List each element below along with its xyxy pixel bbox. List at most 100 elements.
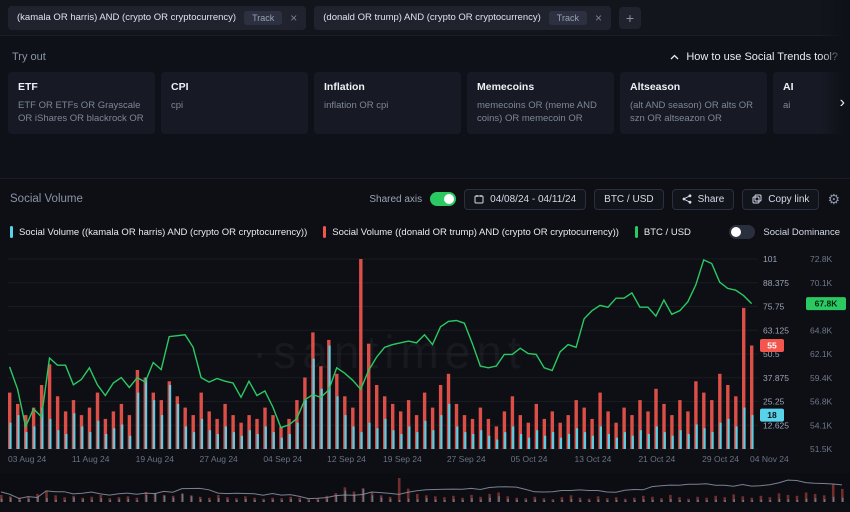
svg-text:101: 101: [763, 254, 777, 264]
toggle-knob: [444, 194, 454, 204]
social-trends-app: (kamala OR harris) AND (crypto OR crypto…: [0, 0, 850, 512]
shared-axis-toggle[interactable]: [430, 192, 456, 206]
btc-current-value-badge: 67.8K: [806, 297, 846, 310]
query-chip-kamala[interactable]: (kamala OR harris) AND (crypto OR crypto…: [8, 6, 306, 30]
series-marker-green: [635, 226, 638, 238]
card-title: AI: [783, 81, 850, 93]
svg-text:12.625: 12.625: [763, 420, 789, 430]
header-controls: Shared axis 04/08/24 - 04/11/24 BTC / US…: [369, 189, 840, 210]
svg-text:25.25: 25.25: [763, 397, 785, 407]
x-axis-label: 12 Sep 24: [327, 454, 366, 464]
toggle-knob: [731, 227, 741, 237]
calendar-icon: [474, 194, 484, 204]
x-axis-label: 04 Sep 24: [263, 454, 302, 464]
tryout-label: Try out: [12, 51, 46, 63]
close-icon[interactable]: ×: [290, 12, 297, 24]
svg-text:67.8K: 67.8K: [815, 299, 839, 309]
share-icon: [682, 194, 692, 204]
help-link[interactable]: How to use Social Trends tool?: [670, 51, 838, 63]
suggestion-card-ai[interactable]: AI ai: [773, 72, 850, 134]
chevron-right-icon[interactable]: ›: [840, 94, 845, 112]
legend-label: Social Volume ((donald OR trump) AND (cr…: [332, 227, 619, 238]
social-volume-panel: Social Volume Shared axis 04/08/24 - 04/…: [0, 178, 850, 512]
x-axis: 03 Aug 24 11 Aug 24 19 Aug 24 27 Aug 24 04 S…: [0, 453, 850, 467]
card-query: memecoins OR (meme AND coins) OR memecoi…: [477, 99, 604, 126]
social-dominance-toggle[interactable]: [729, 225, 755, 239]
asset-pair-label: BTC / USD: [604, 194, 653, 205]
legend-item-kamala[interactable]: Social Volume ((kamala OR harris) AND (c…: [10, 226, 307, 238]
card-title: Inflation: [324, 81, 451, 93]
suggestion-card-inflation[interactable]: Inflation inflation OR cpi: [314, 72, 461, 134]
suggestion-card-memecoins[interactable]: Memecoins memecoins OR (meme AND coins) …: [467, 72, 614, 134]
shared-axis-label: Shared axis: [369, 194, 422, 205]
suggestion-card-cpi[interactable]: CPI cpi: [161, 72, 308, 134]
close-icon[interactable]: ×: [595, 12, 602, 24]
date-range-picker[interactable]: 04/08/24 - 04/11/24: [464, 189, 586, 210]
card-title: Memecoins: [477, 81, 604, 93]
asset-pair-select[interactable]: BTC / USD: [594, 189, 663, 210]
copy-link-label: Copy link: [768, 194, 809, 205]
price-axis-labels: 72.8K70.1K67.4K64.8K62.1K59.4K56.8K54.1K…: [810, 254, 833, 453]
add-query-button[interactable]: +: [619, 7, 641, 29]
x-axis-label: 27 Aug 24: [199, 454, 237, 464]
legend: Social Volume ((kamala OR harris) AND (c…: [10, 226, 691, 238]
card-query: (alt AND season) OR alts OR szn OR altse…: [630, 99, 757, 126]
svg-text:62.1K: 62.1K: [810, 349, 833, 359]
svg-text:59.4K: 59.4K: [810, 373, 833, 383]
x-axis-label: 13 Oct 24: [574, 454, 611, 464]
svg-text:56.8K: 56.8K: [810, 397, 833, 407]
svg-text:55: 55: [767, 341, 777, 351]
share-button[interactable]: Share: [672, 189, 735, 210]
help-link-label: How to use Social Trends tool?: [686, 51, 838, 63]
legend-row: Social Volume ((kamala OR harris) AND (c…: [0, 219, 850, 245]
chart-canvas[interactable]: ·santiment·10188.37575.7563.12550.537.87…: [0, 253, 850, 453]
card-title: Altseason: [630, 81, 757, 93]
x-axis-label: 27 Sep 24: [447, 454, 486, 464]
svg-text:75.75: 75.75: [763, 302, 785, 312]
svg-text:70.1K: 70.1K: [810, 278, 833, 288]
x-axis-label: 11 Aug 24: [72, 454, 110, 464]
kamala-current-value-badge: 18: [760, 409, 784, 422]
x-axis-label: 21 Oct 24: [638, 454, 675, 464]
suggestion-cards: ETF ETF OR ETFs OR Grayscale OR iShares …: [8, 72, 850, 134]
trump-current-value-badge: 55: [760, 339, 784, 352]
query-text: (kamala OR harris) AND (crypto OR crypto…: [17, 12, 236, 23]
query-chip-trump[interactable]: (donald OR trump) AND (crypto OR cryptoc…: [314, 6, 611, 30]
panel-title: Social Volume: [10, 193, 83, 205]
copy-link-button[interactable]: Copy link: [742, 189, 819, 210]
x-axis-label: 19 Sep 24: [383, 454, 422, 464]
panel-header: Social Volume Shared axis 04/08/24 - 04/…: [0, 179, 850, 219]
card-query: cpi: [171, 99, 298, 112]
track-button[interactable]: Track: [549, 11, 587, 25]
date-range-label: 04/08/24 - 04/11/24: [490, 194, 576, 205]
legend-label: Social Volume ((kamala OR harris) AND (c…: [19, 227, 307, 238]
x-axis-label: 29 Oct 24: [702, 454, 739, 464]
series-marker-red: [323, 226, 326, 238]
card-title: ETF: [18, 81, 145, 93]
legend-label: BTC / USD: [644, 227, 691, 238]
svg-text:51.5K: 51.5K: [810, 444, 833, 453]
legend-item-btc[interactable]: BTC / USD: [635, 226, 691, 238]
svg-text:18: 18: [767, 410, 777, 420]
card-query: ETF OR ETFs OR Grayscale OR iShares OR b…: [18, 99, 145, 126]
gear-icon[interactable]: ⚙: [827, 191, 840, 208]
suggestion-card-etf[interactable]: ETF ETF OR ETFs OR Grayscale OR iShares …: [8, 72, 155, 134]
share-label: Share: [698, 194, 725, 205]
legend-item-trump[interactable]: Social Volume ((donald OR trump) AND (cr…: [323, 226, 619, 238]
query-topbar: (kamala OR harris) AND (crypto OR crypto…: [0, 0, 850, 36]
social-dominance-control: Social Dominance: [729, 225, 840, 239]
watermark: ·santiment·: [252, 326, 548, 378]
card-title: CPI: [171, 81, 298, 93]
x-axis-label: 03 Aug 24: [8, 454, 46, 464]
suggestion-card-altseason[interactable]: Altseason (alt AND season) OR alts OR sz…: [620, 72, 767, 134]
track-button[interactable]: Track: [244, 11, 282, 25]
x-axis-label: 04 Nov 24: [750, 454, 789, 464]
svg-text:72.8K: 72.8K: [810, 254, 833, 264]
copy-icon: [752, 194, 762, 204]
svg-text:63.125: 63.125: [763, 325, 789, 335]
chart-navigator[interactable]: [0, 473, 850, 503]
svg-text:64.8K: 64.8K: [810, 325, 833, 335]
x-axis-label: 19 Aug 24: [136, 454, 174, 464]
svg-text:37.875: 37.875: [763, 373, 789, 383]
tryout-row: Try out How to use Social Trends tool?: [0, 48, 850, 66]
